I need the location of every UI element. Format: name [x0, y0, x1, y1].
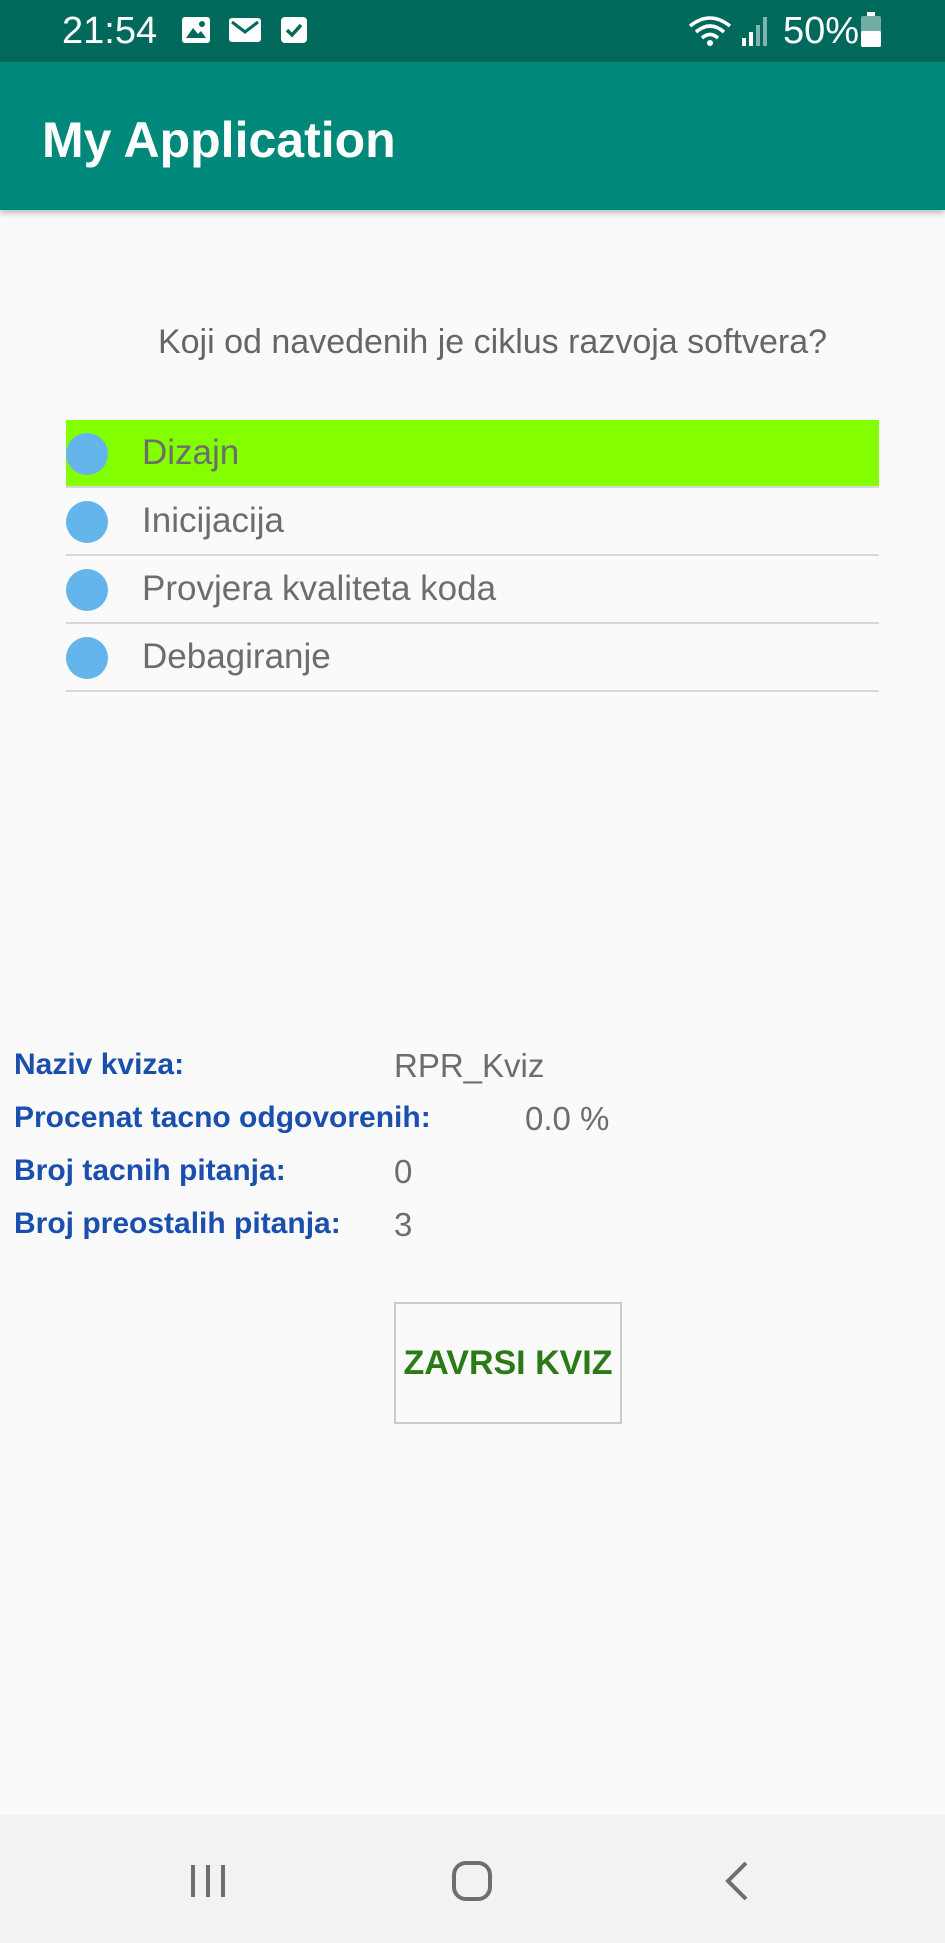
answer-list: Dizajn Inicijacija Provjera kvaliteta ko…	[66, 420, 879, 692]
image-icon	[180, 14, 212, 51]
app-title: My Application	[42, 112, 396, 168]
answer-item[interactable]: Dizajn	[66, 420, 879, 488]
radio-dot-icon[interactable]	[66, 433, 108, 475]
app-bar: My Application	[0, 62, 945, 210]
answer-item[interactable]: Debagiranje	[66, 624, 879, 692]
quiz-name-label: Naziv kviza:	[14, 1048, 185, 1081]
answer-label: Debagiranje	[142, 637, 331, 676]
remaining-count-label: Broj preostalih pitanja:	[14, 1207, 341, 1240]
percent-correct-value: 0.0 %	[525, 1100, 610, 1137]
correct-count-label: Broj tacnih pitanja:	[14, 1154, 286, 1187]
answer-label: Dizajn	[142, 433, 240, 472]
quiz-name-value: RPR_Kviz	[394, 1047, 545, 1084]
answer-label: Provjera kvaliteta koda	[142, 569, 497, 608]
check-box-icon	[278, 14, 310, 51]
answer-label: Inicijacija	[142, 501, 284, 540]
remaining-count-value: 3	[394, 1206, 413, 1243]
battery-icon	[860, 12, 882, 53]
mail-icon	[228, 14, 262, 51]
question-text: Koji od navedenih je ciklus razvoja soft…	[157, 323, 828, 361]
home-icon[interactable]	[442, 1851, 502, 1911]
correct-count-value: 0	[394, 1153, 413, 1190]
percent-correct-label: Procenat tacno odgovorenih:	[14, 1101, 431, 1134]
status-time: 21:54	[62, 10, 158, 52]
radio-dot-icon[interactable]	[66, 569, 108, 611]
radio-dot-icon[interactable]	[66, 501, 108, 543]
status-bar: 21:54 50%	[0, 0, 945, 62]
signal-icon	[740, 14, 770, 53]
answer-item[interactable]: Inicijacija	[66, 488, 879, 556]
recent-apps-icon[interactable]	[178, 1851, 238, 1911]
navigation-bar	[0, 1815, 945, 1943]
finish-quiz-button[interactable]: ZAVRSI KVIZ	[394, 1302, 622, 1424]
radio-dot-icon[interactable]	[66, 637, 108, 679]
back-icon[interactable]	[708, 1851, 768, 1911]
wifi-icon	[688, 14, 732, 53]
answer-item[interactable]: Provjera kvaliteta koda	[66, 556, 879, 624]
battery-percent: 50%	[783, 10, 860, 52]
